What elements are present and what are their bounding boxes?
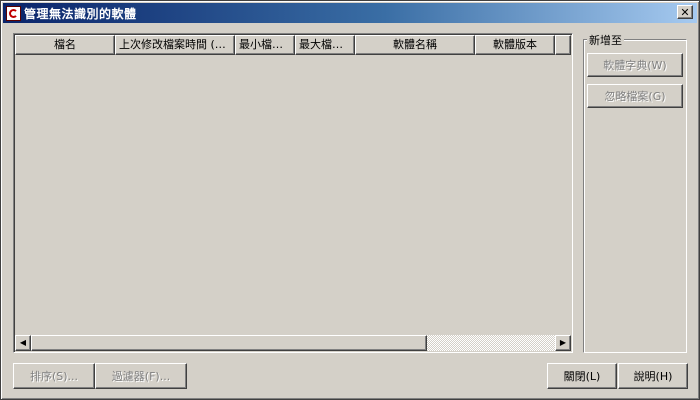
column-header-filename[interactable]: 檔名: [15, 35, 115, 55]
scroll-right-button[interactable]: ▶: [555, 335, 571, 351]
table-header-row: 檔名 上次修改檔案時間 (U... 最小檔案... 最大檔案... 軟體名稱 軟…: [15, 35, 571, 55]
window-title: 管理無法識別的軟體: [24, 6, 137, 21]
arrow-right-icon: ▶: [559, 338, 567, 347]
help-button[interactable]: 說明(H): [618, 363, 688, 389]
column-header-max-size[interactable]: 最大檔案...: [295, 35, 355, 55]
column-header-software-name[interactable]: 軟體名稱: [355, 35, 475, 55]
software-dictionary-button[interactable]: 軟體字典(W): [587, 53, 683, 77]
dialog-window: 管理無法識別的軟體 ✕ 檔名 上次修改檔案時間 (U... 最小檔案... 最大…: [0, 0, 700, 400]
ignore-files-button[interactable]: 忽略檔案(G): [587, 84, 683, 108]
unrecognized-software-table[interactable]: 檔名 上次修改檔案時間 (U... 最小檔案... 最大檔案... 軟體名稱 軟…: [13, 33, 573, 353]
scrollbar-track[interactable]: [31, 335, 555, 351]
column-header-last-modified[interactable]: 上次修改檔案時間 (U...: [115, 35, 235, 55]
close-window-button[interactable]: ✕: [677, 5, 693, 19]
scrollbar-thumb[interactable]: [31, 335, 427, 351]
app-icon: [6, 5, 21, 21]
close-button[interactable]: 關閉(L): [547, 363, 617, 389]
column-header-software-version[interactable]: 軟體版本: [475, 35, 555, 55]
arrow-left-icon: ◀: [19, 338, 27, 347]
horizontal-scrollbar[interactable]: ◀ ▶: [15, 335, 571, 351]
title-bar[interactable]: 管理無法識別的軟體 ✕: [3, 3, 697, 23]
column-header-min-size[interactable]: 最小檔案...: [235, 35, 295, 55]
filter-button[interactable]: 過濾器(F)...: [95, 363, 187, 389]
add-to-group-title: 新增至: [587, 32, 624, 48]
sort-button[interactable]: 排序(S)...: [13, 363, 95, 389]
scroll-left-button[interactable]: ◀: [15, 335, 31, 351]
column-header-overflow[interactable]: [555, 35, 571, 55]
